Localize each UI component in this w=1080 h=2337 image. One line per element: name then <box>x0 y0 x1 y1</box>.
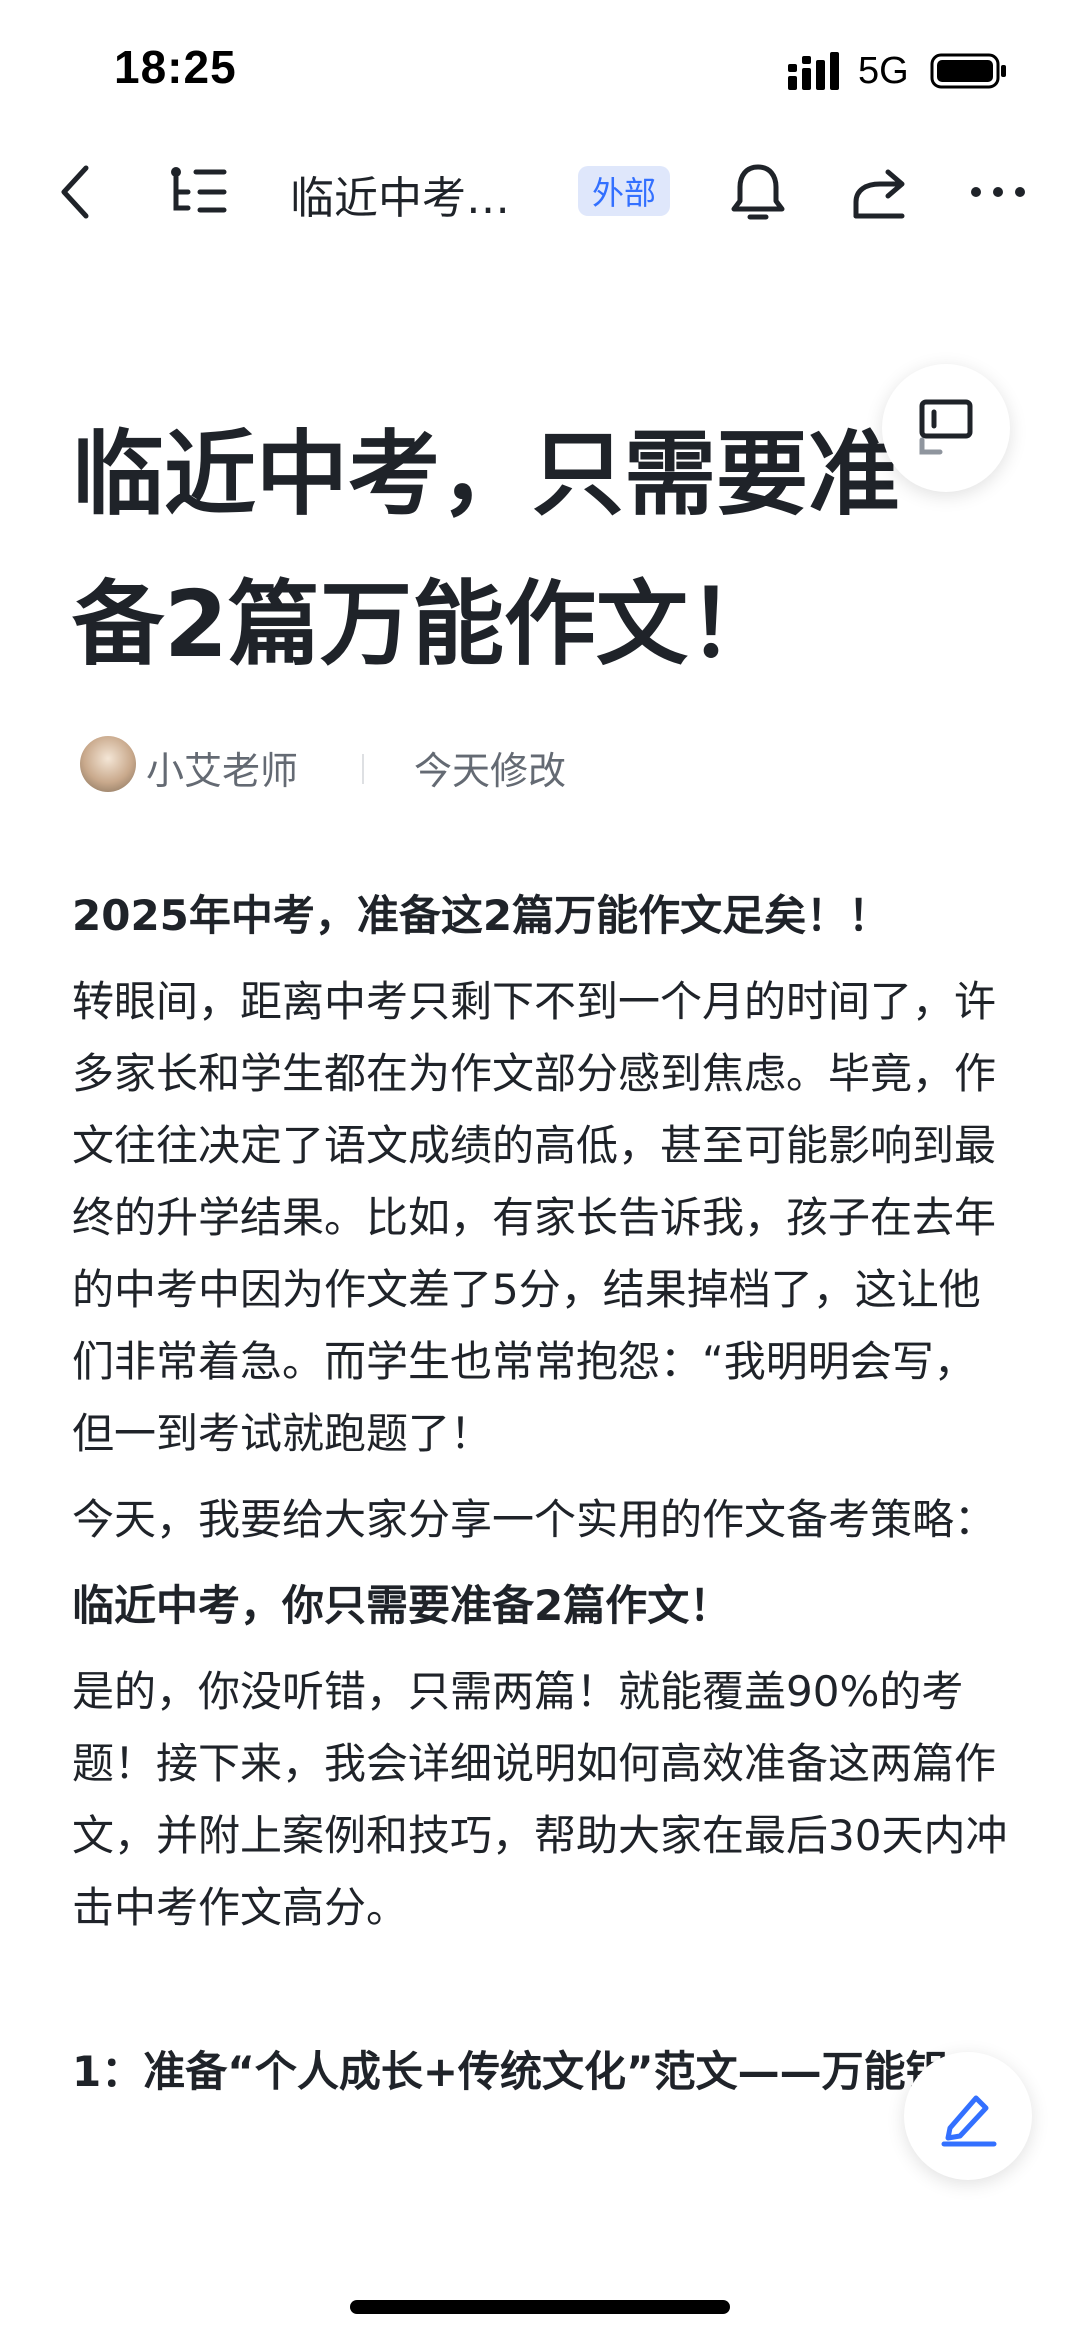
external-badge: 外部 <box>578 166 670 216</box>
status-bar: 18:25 5G <box>0 0 1080 140</box>
nav-title[interactable]: 临近中考… <box>290 162 510 226</box>
battery-icon <box>930 53 1006 89</box>
home-indicator[interactable] <box>350 2300 730 2314</box>
heading-paragraph: 2025年中考，准备这2篇万能作文足矣！！ <box>72 891 891 940</box>
divider <box>362 754 364 784</box>
more-icon[interactable] <box>966 160 1030 224</box>
nav-bar: 临近中考… 外部 <box>0 140 1080 240</box>
body-paragraph: 是的，你没听错，只需两篇！就能覆盖90%的考题！接下来，我会详细说明如何高效准备… <box>72 1667 1008 1932</box>
signal-icon <box>788 52 839 90</box>
avatar[interactable] <box>80 736 136 792</box>
edit-button[interactable] <box>904 2052 1032 2180</box>
network-label: 5G <box>858 50 909 92</box>
modified-time: 今天修改 <box>414 749 567 793</box>
body-paragraph: 今天，我要给大家分享一个实用的作文备考策略： <box>72 1495 997 1544</box>
outline-button[interactable] <box>882 364 1010 492</box>
share-icon[interactable] <box>848 160 912 224</box>
doc-title: 临近中考，只需要准备2篇万能作文！ <box>72 421 901 678</box>
author-name[interactable]: 小艾老师 <box>146 740 298 795</box>
section-heading: 1：准备“个人成长+传统文化”范文——万能钥 <box>72 2047 948 2096</box>
back-icon[interactable] <box>44 160 108 224</box>
heading-paragraph: 临近中考，你只需要准备2篇作文！ <box>72 1581 732 1630</box>
doc-body: 2025年中考，准备这2篇万能作文足矣！！ 转眼间，距离中考只剩下不到一个月的时… <box>72 880 1012 2108</box>
outline-icon <box>919 399 973 455</box>
body-paragraph: 转眼间，距离中考只剩下不到一个月的时间了，许多家长和学生都在为作文部分感到焦虑。… <box>72 977 997 1458</box>
edit-icon <box>941 2095 997 2147</box>
toc-icon[interactable] <box>166 160 230 224</box>
status-time: 18:25 <box>114 41 237 93</box>
bell-icon[interactable] <box>726 160 790 224</box>
author-row: 小艾老师 今天修改 <box>80 734 780 794</box>
